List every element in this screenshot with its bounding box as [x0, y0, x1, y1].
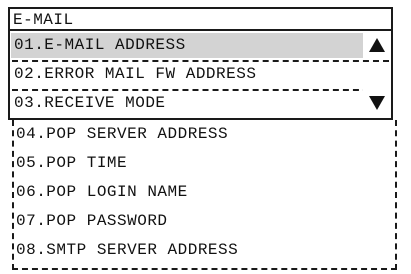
menu-item-label: 06.POP LOGIN NAME [16, 183, 188, 201]
triangle-up-icon [369, 38, 385, 52]
triangle-down-icon [369, 96, 385, 110]
email-menu-screen: E-MAIL 01.E-MAIL ADDRESS 02.ERROR MAIL F… [8, 7, 393, 120]
menu-item-pop-server-address[interactable]: 04.POP SERVER ADDRESS [14, 120, 395, 149]
menu-item-label: 02.ERROR MAIL FW ADDRESS [14, 65, 257, 83]
menu-item-pop-password[interactable]: 07.POP PASSWORD [14, 207, 395, 236]
scroll-down-button[interactable] [363, 89, 391, 118]
screen-title: E-MAIL [13, 11, 74, 29]
menu-item-pop-login-name[interactable]: 06.POP LOGIN NAME [14, 178, 395, 207]
scroll-up-button[interactable] [363, 31, 391, 60]
menu-item-pop-time[interactable]: 05.POP TIME [14, 149, 395, 178]
menu-item-label: 04.POP SERVER ADDRESS [16, 125, 229, 143]
menu-item-label: 03.RECEIVE MODE [14, 94, 166, 112]
hidden-menu-list: 04.POP SERVER ADDRESS 05.POP TIME 06.POP… [12, 120, 397, 270]
menu-item-smtp-server-address[interactable]: 08.SMTP SERVER ADDRESS [14, 236, 395, 265]
title-bar: E-MAIL [10, 9, 391, 31]
menu-item-label: 05.POP TIME [16, 154, 128, 172]
menu-item-email-address[interactable]: 01.E-MAIL ADDRESS [10, 31, 391, 62]
menu-item-error-mail-fw-address[interactable]: 02.ERROR MAIL FW ADDRESS [10, 60, 391, 91]
menu-item-receive-mode[interactable]: 03.RECEIVE MODE [10, 89, 391, 118]
menu-item-label: 08.SMTP SERVER ADDRESS [16, 241, 239, 259]
menu-item-label: 01.E-MAIL ADDRESS [14, 36, 186, 54]
menu-item-label: 07.POP PASSWORD [16, 212, 168, 230]
